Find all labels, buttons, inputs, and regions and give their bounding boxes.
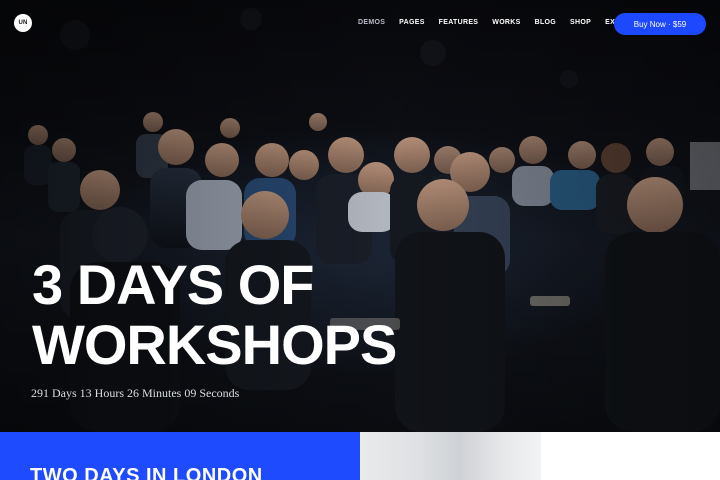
buy-now-button[interactable]: Buy Now · $59 xyxy=(614,13,706,35)
section-white-panel xyxy=(541,432,720,480)
hero-title-line-1: 3 DAYS OF xyxy=(32,253,314,316)
hero-title: 3 DAYS OF WORKSHOPS xyxy=(32,253,397,376)
section-title: TWO DAYS IN LONDON xyxy=(30,465,263,480)
section-image-panel xyxy=(360,432,541,480)
nav-item-works[interactable]: WORKS xyxy=(492,19,520,26)
nav-item-demos[interactable]: DEMOS xyxy=(358,19,385,26)
nav-item-pages[interactable]: PAGES xyxy=(399,19,425,26)
nav-item-features[interactable]: FEATURES xyxy=(439,19,479,26)
nav-item-blog[interactable]: BLOG xyxy=(535,19,556,26)
nav-item-shop[interactable]: SHOP xyxy=(570,19,591,26)
main-nav: DEMOS PAGES FEATURES WORKS BLOG SHOP EXT… xyxy=(358,19,630,26)
countdown-timer: 291 Days 13 Hours 26 Minutes 09 Seconds xyxy=(31,386,240,400)
hero-title-line-2: WORKSHOPS xyxy=(32,313,397,376)
logo-icon[interactable]: UN xyxy=(14,14,32,32)
